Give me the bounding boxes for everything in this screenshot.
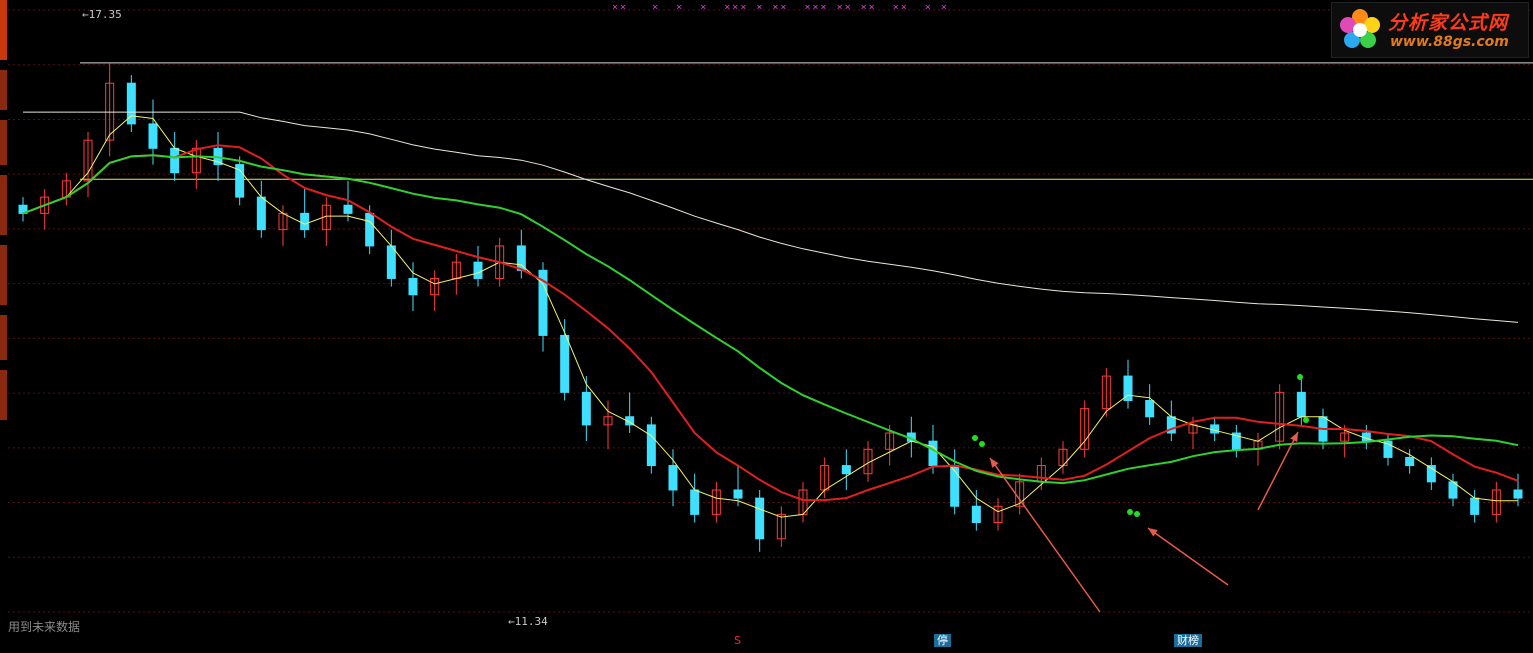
candle-body <box>386 245 396 279</box>
candle-body <box>516 245 526 271</box>
left-tab-2[interactable] <box>0 70 7 110</box>
left-tab-1[interactable] <box>0 0 7 60</box>
candle-body <box>841 465 851 475</box>
candle-body <box>365 212 375 247</box>
indicator-status-strip <box>0 645 1533 653</box>
signal-dot <box>972 435 978 441</box>
candle-body <box>148 123 158 149</box>
ma-mid-line <box>22 144 1519 502</box>
candle-body <box>1296 391 1306 418</box>
annotation-arrowhead <box>990 458 999 468</box>
ma-very-long-line <box>23 111 1519 323</box>
candle-body <box>1513 489 1523 499</box>
candle-body <box>1470 497 1480 515</box>
left-tab-7[interactable] <box>0 370 7 420</box>
left-tab-3[interactable] <box>0 120 7 165</box>
annotation-arrowhead <box>1148 528 1158 537</box>
candle-body <box>928 440 938 467</box>
candle-body <box>690 489 700 515</box>
ma-long-line <box>22 154 1519 485</box>
logo-url: www.88gs.com <box>1390 34 1509 50</box>
left-tab-4[interactable] <box>0 175 7 235</box>
candle-body <box>1405 456 1415 467</box>
ma-short-line <box>22 115 1518 518</box>
candle-body <box>560 334 570 393</box>
candle-body <box>408 277 418 296</box>
candle-body <box>668 465 678 491</box>
left-tab-6[interactable] <box>0 315 7 360</box>
candle-body <box>1145 399 1155 418</box>
signal-dot <box>1127 509 1133 515</box>
low-price-marker: ←11.34 <box>508 615 548 628</box>
top-signal-markers: ×× × × × ××× × ×× ××× ×× ×× ×× × × <box>612 2 949 13</box>
candle-body <box>581 391 591 426</box>
annotation-arrow <box>1257 431 1299 511</box>
candle-body <box>170 147 180 174</box>
candle-body <box>300 212 310 231</box>
candle-body <box>343 204 353 214</box>
candle-body <box>256 196 266 231</box>
candle-body <box>473 261 483 279</box>
watermark-logo: 分析家公式网 www.88gs.com <box>1331 2 1529 58</box>
left-tab-5[interactable] <box>0 245 7 305</box>
annotation-arrow <box>1147 527 1229 586</box>
candle-body <box>971 505 981 524</box>
signal-dot <box>1297 374 1303 380</box>
kline-chart[interactable] <box>0 0 1533 653</box>
high-price-marker: ←17.35 <box>82 8 122 21</box>
future-data-note: 用到未来数据 <box>8 620 81 634</box>
flower-logo-icon <box>1340 9 1380 48</box>
chart-canvas[interactable]: ←17.35 ←11.34 用到未来数据 分析家公式网 www.88gs.com… <box>0 0 1533 653</box>
signal-dot <box>1303 417 1309 423</box>
signal-dot <box>979 441 985 447</box>
candle-body <box>755 497 765 540</box>
candle-body <box>1210 424 1220 434</box>
candle-body <box>733 489 743 499</box>
candle-body <box>646 424 656 467</box>
signal-dot <box>1134 511 1140 517</box>
logo-name: 分析家公式网 <box>1388 12 1509 34</box>
left-vertical-tab-strip[interactable] <box>0 0 7 420</box>
